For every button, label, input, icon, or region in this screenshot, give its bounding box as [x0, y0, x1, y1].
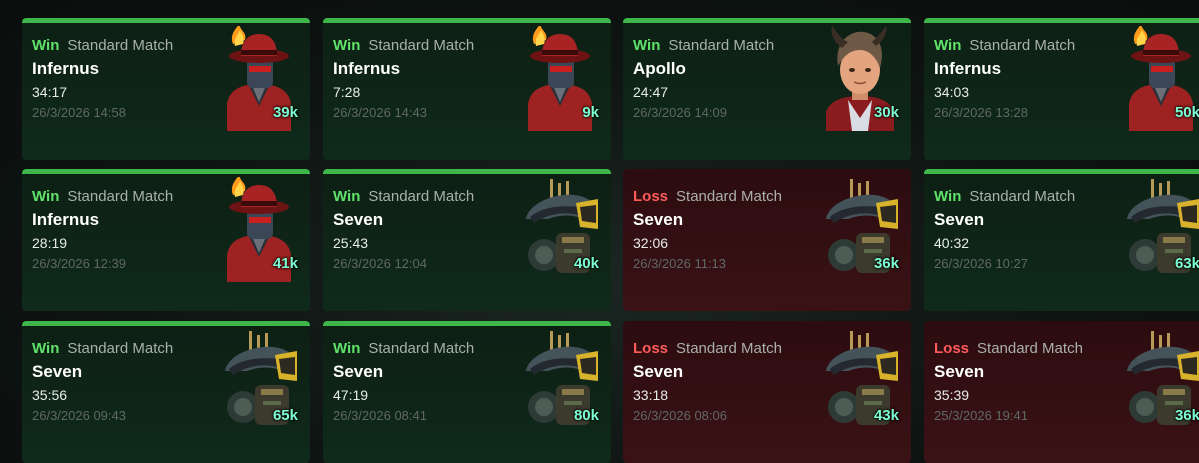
match-result: Win [32, 37, 60, 54]
match-mode: Standard Match [969, 188, 1076, 205]
match-datetime: 26/3/2026 14:58 [32, 105, 126, 120]
match-datetime: 25/3/2026 19:41 [934, 408, 1028, 423]
match-mode: Standard Match [368, 340, 475, 357]
hero-name: Seven [333, 362, 384, 381]
match-result: Win [32, 188, 60, 205]
match-datetime: 26/3/2026 14:09 [633, 105, 727, 120]
match-result: Win [633, 37, 661, 54]
match-mode: Standard Match [67, 188, 174, 205]
souls-count: 41k [272, 255, 298, 272]
hero-name: Apollo [633, 59, 686, 78]
match-result: Loss [934, 340, 970, 357]
match-header: Win Standard Match [934, 37, 1075, 54]
souls-count: 65k [272, 407, 298, 424]
match-duration: 34:17 [32, 84, 68, 100]
hero-name: Seven [333, 210, 384, 229]
match-result: Win [333, 37, 361, 54]
match-header: Loss Standard Match [633, 188, 782, 205]
souls-count: 9k [582, 104, 599, 121]
match-header: Win Standard Match [333, 37, 474, 54]
match-datetime: 26/3/2026 13:28 [934, 105, 1028, 120]
match-mode: Standard Match [969, 37, 1076, 54]
match-duration: 33:18 [633, 387, 669, 403]
match-datetime: 26/3/2026 10:27 [934, 256, 1028, 271]
match-duration: 28:19 [32, 235, 68, 251]
match-duration: 34:03 [934, 84, 970, 100]
hero-name: Seven [32, 362, 83, 381]
match-mode: Standard Match [67, 340, 174, 357]
match-datetime: 26/3/2026 14:43 [333, 105, 427, 120]
souls-count: 43k [873, 407, 899, 424]
match-header: Win Standard Match [934, 188, 1075, 205]
hero-name: Seven [633, 362, 684, 381]
hero-name: Infernus [934, 59, 1002, 78]
souls-count: 40k [573, 255, 599, 272]
match-datetime: 26/3/2026 09:43 [32, 408, 126, 423]
match-card[interactable]: Win Standard Match Seven 35:56 26/3/2026 … [22, 321, 310, 463]
match-card[interactable]: Win Standard Match Apollo 24:47 26/3/2026… [623, 18, 911, 160]
match-result: Win [333, 340, 361, 357]
match-result: Win [333, 188, 361, 205]
match-header: Win Standard Match [333, 340, 474, 357]
match-mode: Standard Match [67, 37, 174, 54]
match-result: Loss [633, 188, 669, 205]
match-datetime: 26/3/2026 12:04 [333, 256, 427, 271]
hero-name: Seven [934, 210, 985, 229]
souls-count: 50k [1174, 104, 1199, 121]
hero-name: Seven [633, 210, 684, 229]
match-card[interactable]: Loss Standard Match Seven 35:39 25/3/2026… [924, 321, 1199, 463]
match-card[interactable]: Win Standard Match Infernus 34:17 26/3/20… [22, 18, 310, 160]
souls-count: 36k [873, 255, 899, 272]
souls-count: 63k [1174, 255, 1199, 272]
match-mode: Standard Match [977, 340, 1083, 357]
match-result: Win [32, 340, 60, 357]
match-card[interactable]: Win Standard Match Infernus 34:03 26/3/20… [924, 18, 1199, 160]
match-mode: Standard Match [668, 37, 775, 54]
match-card[interactable]: Win Standard Match Seven 40:32 26/3/2026 … [924, 169, 1199, 311]
match-duration: 25:43 [333, 235, 369, 251]
match-card[interactable]: Win Standard Match Infernus 7:28 26/3/202… [323, 18, 611, 160]
match-duration: 7:28 [333, 84, 361, 100]
match-result: Win [934, 37, 962, 54]
match-header: Win Standard Match [32, 188, 173, 205]
match-mode: Standard Match [368, 188, 475, 205]
match-header: Win Standard Match [32, 340, 173, 357]
match-duration: 35:39 [934, 387, 970, 403]
match-header: Win Standard Match [633, 37, 774, 54]
match-result: Loss [633, 340, 669, 357]
match-result: Win [934, 188, 962, 205]
match-duration: 35:56 [32, 387, 68, 403]
match-mode: Standard Match [676, 188, 782, 205]
match-card[interactable]: Loss Standard Match Seven 32:06 26/3/2026… [623, 169, 911, 311]
match-card[interactable]: Loss Standard Match Seven 33:18 26/3/2026… [623, 321, 911, 463]
match-duration: 47:19 [333, 387, 369, 403]
match-header: Win Standard Match [333, 188, 474, 205]
hero-name: Infernus [32, 210, 100, 229]
match-duration: 24:47 [633, 84, 669, 100]
hero-name: Infernus [333, 59, 401, 78]
match-duration: 32:06 [633, 235, 669, 251]
match-datetime: 26/3/2026 08:41 [333, 408, 427, 423]
souls-count: 30k [873, 104, 899, 121]
match-header: Loss Standard Match [633, 340, 782, 357]
souls-count: 39k [272, 104, 298, 121]
match-datetime: 26/3/2026 08:06 [633, 408, 727, 423]
match-header: Win Standard Match [32, 37, 173, 54]
match-mode: Standard Match [368, 37, 475, 54]
match-header: Loss Standard Match [934, 340, 1083, 357]
hero-name: Infernus [32, 59, 100, 78]
match-card[interactable]: Win Standard Match Seven 47:19 26/3/2026 … [323, 321, 611, 463]
match-datetime: 26/3/2026 12:39 [32, 256, 126, 271]
match-card[interactable]: Win Standard Match Infernus 28:19 26/3/20… [22, 169, 310, 311]
match-mode: Standard Match [676, 340, 782, 357]
souls-count: 36k [1174, 407, 1199, 424]
souls-count: 80k [573, 407, 599, 424]
match-card[interactable]: Win Standard Match Seven 25:43 26/3/2026 … [323, 169, 611, 311]
hero-name: Seven [934, 362, 985, 381]
match-datetime: 26/3/2026 11:13 [633, 256, 727, 271]
match-duration: 40:32 [934, 235, 970, 251]
